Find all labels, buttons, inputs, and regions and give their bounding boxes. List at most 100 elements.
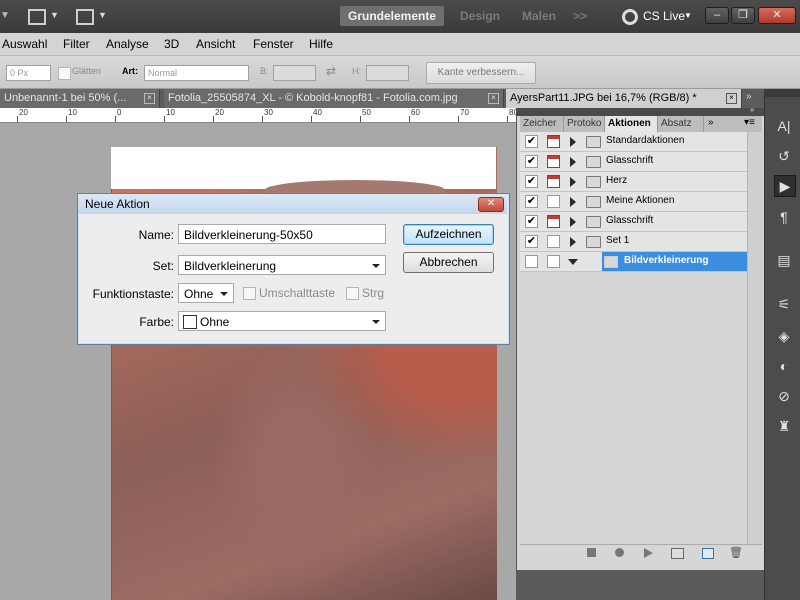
channels-panel-icon[interactable]: ⊘ — [774, 386, 794, 406]
adjustments-panel-icon[interactable]: ⚟ — [774, 294, 794, 314]
expand-triangle-icon[interactable] — [570, 217, 576, 227]
tab-protokoll[interactable]: Protoko — [564, 116, 605, 132]
height-input[interactable] — [366, 65, 409, 81]
new-action-icon[interactable] — [702, 548, 714, 559]
menu-auswahl[interactable]: Auswahl — [2, 37, 47, 51]
style-select[interactable]: Normal — [144, 65, 249, 81]
expand-triangle-icon[interactable] — [570, 237, 576, 247]
new-set-icon[interactable] — [671, 548, 684, 559]
collapse-triangle-icon[interactable] — [568, 259, 578, 265]
feather-input[interactable]: 0 Px — [6, 65, 51, 81]
menu-filter[interactable]: Filter — [63, 37, 90, 51]
shift-checkbox[interactable] — [243, 287, 256, 300]
workspace-design[interactable]: Design — [452, 6, 508, 26]
action-set-row[interactable]: ✔ Glasschrift — [520, 212, 748, 232]
cancel-button[interactable]: Abbrechen — [403, 252, 494, 273]
dialog-toggle-icon[interactable] — [547, 175, 560, 188]
clone-source-panel-icon[interactable]: ♜ — [774, 416, 794, 436]
dialog-toggle-icon[interactable] — [547, 255, 560, 268]
panel-scrollbar[interactable] — [747, 132, 763, 545]
action-set-row[interactable]: ✔ Set 1 — [520, 232, 748, 252]
toggle-checkbox[interactable]: ✔ — [525, 195, 538, 208]
workspace-grundelemente[interactable]: Grundelemente — [340, 6, 445, 26]
menu-3d[interactable]: 3D — [164, 37, 179, 51]
toggle-checkbox[interactable]: ✔ — [525, 135, 538, 148]
restore-button[interactable]: ❐ — [731, 7, 755, 24]
dialog-toggle-icon[interactable] — [547, 135, 560, 148]
cs-live-dropdown-icon[interactable]: ▼ — [684, 11, 692, 20]
more-tabs-icon[interactable]: » — [746, 91, 752, 102]
panel-menu-icon[interactable]: ▾≡ — [744, 117, 755, 128]
panel-collapse-icon[interactable]: » — [750, 105, 754, 114]
menu-analyse[interactable]: Analyse — [106, 37, 149, 51]
stop-icon[interactable] — [587, 548, 596, 557]
swap-icon[interactable]: ⇄ — [326, 64, 336, 78]
dialog-close-button[interactable]: ✕ — [478, 197, 504, 212]
function-key-select[interactable]: Ohne — [178, 283, 234, 303]
menu-hilfe[interactable]: Hilfe — [309, 37, 333, 51]
expand-triangle-icon[interactable] — [570, 137, 576, 147]
toggle-checkbox[interactable]: ✔ — [525, 155, 538, 168]
character-panel-icon[interactable]: A| — [774, 116, 794, 136]
toggle-checkbox[interactable] — [525, 255, 538, 268]
more-workspaces-button[interactable]: >> — [565, 6, 595, 26]
ctrl-checkbox[interactable] — [346, 287, 359, 300]
doc-tab-unbenannt[interactable]: Unbenannt-1 bei 50% (... × — [0, 89, 160, 108]
close-tab-icon[interactable]: × — [144, 93, 155, 104]
color-select[interactable]: Ohne — [178, 311, 386, 331]
play-icon[interactable] — [644, 548, 653, 558]
close-tab-icon[interactable]: × — [488, 93, 499, 104]
toggle-checkbox[interactable]: ✔ — [525, 175, 538, 188]
minimize-button[interactable]: – — [705, 7, 729, 24]
doc-tab-ayerspart11[interactable]: AyersPart11.JPG bei 16,7% (RGB/8) * × — [506, 89, 742, 108]
toggle-checkbox[interactable]: ✔ — [525, 235, 538, 248]
cs-live-label[interactable]: CS Live — [643, 9, 685, 23]
record-icon[interactable] — [615, 548, 624, 557]
screen-mode-icon[interactable] — [76, 9, 94, 25]
antialias-checkbox[interactable] — [58, 67, 71, 80]
dialog-toggle-icon[interactable] — [547, 235, 560, 248]
masks-panel-icon[interactable]: ◐ — [774, 356, 794, 376]
notes-panel-icon[interactable]: ▤ — [774, 250, 794, 270]
menu-fenster[interactable]: Fenster — [253, 37, 294, 51]
expand-triangle-icon[interactable] — [570, 177, 576, 187]
doc-tab-fotolia[interactable]: Fotolia_25505874_XL - © Kobold-knopf81 -… — [164, 89, 504, 108]
arrange-dropdown-icon[interactable]: ▼ — [50, 10, 59, 20]
action-set-row[interactable]: ✔ Meine Aktionen — [520, 192, 748, 212]
close-window-button[interactable]: ✕ — [758, 7, 796, 24]
collapse-arrow-icon[interactable]: ▼ — [0, 10, 10, 21]
trash-icon[interactable]: 🗑 — [729, 546, 743, 559]
workspace-malen[interactable]: Malen — [514, 6, 564, 26]
toggle-checkbox[interactable]: ✔ — [525, 215, 538, 228]
action-set-row[interactable]: ✔ Standardaktionen — [520, 132, 748, 152]
history-panel-icon[interactable]: ↺ — [774, 146, 794, 166]
close-tab-icon[interactable]: × — [726, 93, 737, 104]
action-set-row[interactable]: ✔ Glasschrift — [520, 152, 748, 172]
dialog-toggle-icon[interactable] — [547, 195, 560, 208]
action-set-row[interactable]: ✔ Herz — [520, 172, 748, 192]
screen-mode-dropdown-icon[interactable]: ▼ — [98, 10, 107, 20]
tab-aktionen[interactable]: Aktionen — [605, 116, 658, 132]
tab-zeichen[interactable]: Zeicher — [520, 116, 564, 132]
arrange-documents-icon[interactable] — [28, 9, 46, 25]
more-panels-icon[interactable]: » — [708, 117, 714, 128]
dialog-toggle-icon[interactable] — [547, 155, 560, 168]
ruler-label: 30 — [264, 108, 273, 117]
expand-triangle-icon[interactable] — [570, 157, 576, 167]
menu-ansicht[interactable]: Ansicht — [196, 37, 235, 51]
tab-absatz[interactable]: Absatz — [658, 116, 704, 132]
actions-panel-icon[interactable]: ▶ — [774, 175, 796, 197]
action-set-label: Glasschrift — [606, 155, 654, 166]
layers-panel-icon[interactable]: ◈ — [774, 326, 794, 346]
paragraph-panel-icon[interactable]: ¶ — [774, 207, 794, 227]
width-input[interactable] — [273, 65, 316, 81]
expand-triangle-icon[interactable] — [570, 197, 576, 207]
menu-bar: Auswahl Filter Analyse 3D Ansicht Fenste… — [0, 33, 800, 56]
cs-live-icon[interactable] — [622, 9, 638, 25]
refine-edge-button[interactable]: Kante verbessern... — [426, 62, 536, 84]
record-button[interactable]: Aufzeichnen — [403, 224, 494, 245]
action-set-row-selected[interactable]: Bildverkleinerung — [520, 252, 748, 272]
name-input[interactable]: Bildverkleinerung-50x50 — [178, 224, 386, 244]
dialog-toggle-icon[interactable] — [547, 215, 560, 228]
set-select[interactable]: Bildverkleinerung — [178, 255, 386, 275]
